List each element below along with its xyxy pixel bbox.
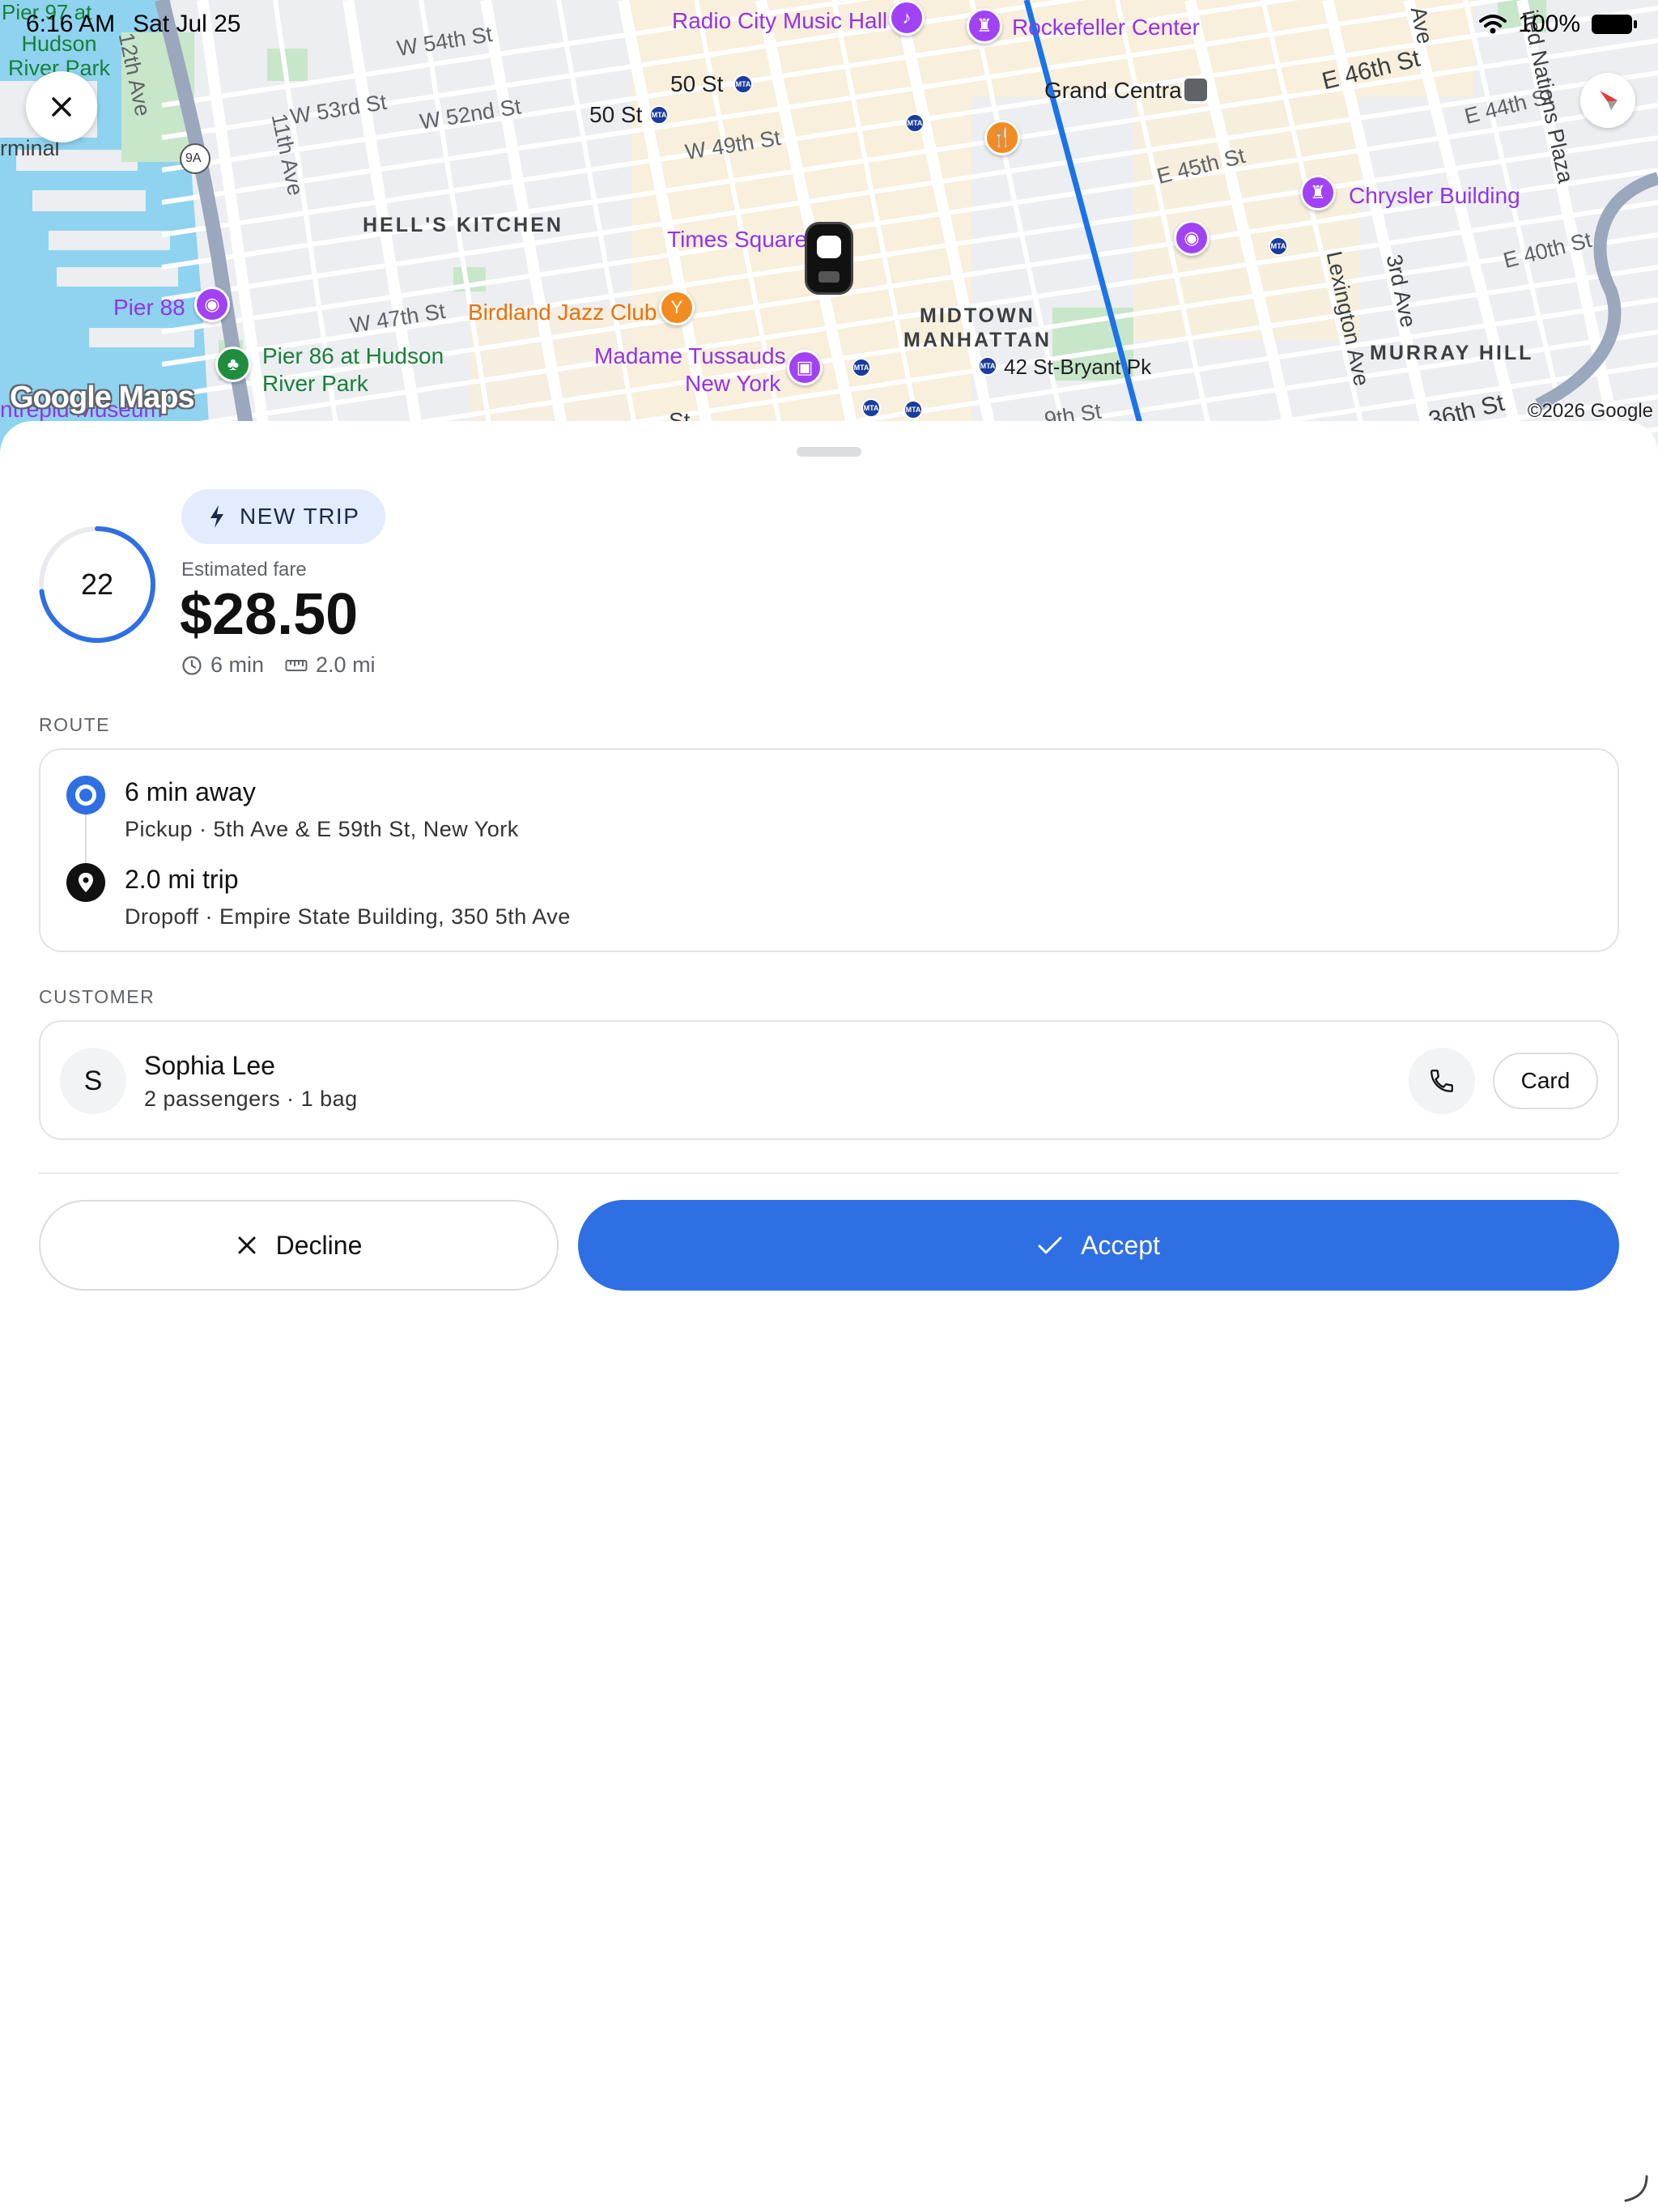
map-label-tussauds-1: Madame Tussauds [594,343,786,368]
camera-icon[interactable]: ◉ [1174,220,1209,256]
map-label-grand-central: Grand Central [1044,78,1187,103]
close-button[interactable] [26,71,97,143]
subway-icon: MTA [649,105,669,125]
map-copyright: ©2026 Google [1527,400,1653,422]
status-bar: 6:16 AM Sat Jul 25 100% [0,0,1658,49]
ruler-icon [285,659,308,671]
subway-icon: MTA [861,398,881,418]
new-trip-badge: NEW TRIP [181,489,386,544]
subway-icon: MTA [903,400,923,419]
driver-car-icon [805,222,853,295]
subway-icon: MTA [978,356,997,376]
status-time: 6:16 AM [26,11,116,37]
google-maps-logo: Google Maps [10,381,195,415]
trip-distance: 2.0 mi [316,653,376,677]
map-label-pier-86-2: River Park [262,371,368,396]
fare-label: Estimated fare [181,559,307,581]
train-station-icon [1182,76,1209,104]
sheet-drag-handle[interactable] [797,447,861,457]
map-label-50st-b: 50 St [589,102,643,127]
map-label-bryant-park: 42 St-Bryant Pk [1004,355,1152,379]
customer-card: S Sophia Lee 2 passengers · 1 bag Card [39,1020,1619,1140]
museum-icon[interactable]: ▣ [787,350,823,385]
pickup-marker-icon [66,776,105,815]
lightning-icon [210,505,223,528]
map-label-times-square: Times Square [667,227,808,252]
map-view[interactable]: Pier 97 at Hudson River Park rminal 12th… [0,0,1658,453]
customer-section-label: CUSTOMER [39,986,155,1007]
customer-avatar: S [60,1048,126,1114]
close-icon [238,1236,256,1254]
badge-label: NEW TRIP [240,504,360,529]
battery-icon [1592,15,1637,34]
map-label-hells-kitchen: HELL'S KITCHEN [363,214,563,236]
trip-meta: 6 min 2.0 mi [181,653,376,678]
compass-button[interactable] [1580,73,1635,128]
customer-name: Sophia Lee [144,1051,275,1080]
trip-request-sheet: 22 NEW TRIP Estimated fare $28.50 6 min [0,421,1658,2212]
dropoff-distance: 2.0 mi trip [125,865,239,894]
camera-icon[interactable]: ◉ [194,287,230,322]
map-label-murray-hill: MURRAY HILL [1370,342,1534,364]
map-label-pier-86-1: Pier 86 at Hudson [262,343,444,368]
map-label-manhattan: MANHATTAN [903,329,1052,351]
landmark-icon[interactable]: ♜ [1300,175,1336,211]
map-label-pier-88: Pier 88 [113,295,185,320]
compass-icon [1600,91,1618,110]
map-label-midtown: MIDTOWN [920,304,1035,327]
dropoff-address: Dropoff · Empire State Building, 350 5th… [125,904,571,929]
accept-button[interactable]: Accept [578,1200,1619,1291]
subway-icon: MTA [733,74,753,94]
trip-duration: 6 min [210,653,265,677]
route-card: 6 min away Pickup · 5th Ave & E 59th St,… [39,748,1619,952]
actions-divider [39,1172,1619,1174]
subway-icon: MTA [852,358,871,377]
pickup-stop[interactable]: 6 min away Pickup · 5th Ave & E 59th St,… [66,776,519,842]
check-icon [1038,1236,1062,1254]
subway-icon: MTA [905,113,925,133]
map-label-chrysler: Chrysler Building [1349,183,1520,208]
map-label-birdland: Birdland Jazz Club [468,300,657,325]
status-date: Sat Jul 25 [133,11,241,37]
customer-details: 2 passengers · 1 bag [144,1087,358,1111]
map-label-route-9a: 9A [185,151,202,165]
accept-label: Accept [1081,1230,1160,1260]
resize-grip-icon[interactable] [1618,2172,1650,2204]
dropoff-stop[interactable]: 2.0 mi trip Dropoff · Empire State Build… [66,863,571,929]
call-customer-button[interactable] [1409,1048,1475,1114]
bar-icon[interactable]: Y [659,290,695,325]
payment-card-button[interactable]: Card [1493,1053,1598,1109]
subway-icon: MTA [1269,236,1288,256]
decline-label: Decline [275,1230,363,1260]
map-label-tussauds-2: New York [685,371,781,396]
pickup-eta: 6 min away [125,777,256,806]
restaurant-icon[interactable]: 🍴 [984,120,1020,155]
dropoff-pin-icon [66,863,105,902]
phone-icon [1431,1070,1453,1092]
close-icon [52,97,71,117]
decline-button[interactable]: Decline [39,1200,559,1291]
battery-percent: 100% [1518,11,1580,37]
clock-icon [182,655,202,675]
park-icon[interactable]: ♣ [215,347,251,382]
map-label-50st-a: 50 St [670,71,724,96]
route-section-label: ROUTE [39,714,110,735]
wifi-icon [1479,15,1507,34]
pickup-address: Pickup · 5th Ave & E 59th St, New York [125,817,519,841]
fare-value: $28.50 [180,582,359,647]
countdown-seconds: 22 [80,568,114,601]
